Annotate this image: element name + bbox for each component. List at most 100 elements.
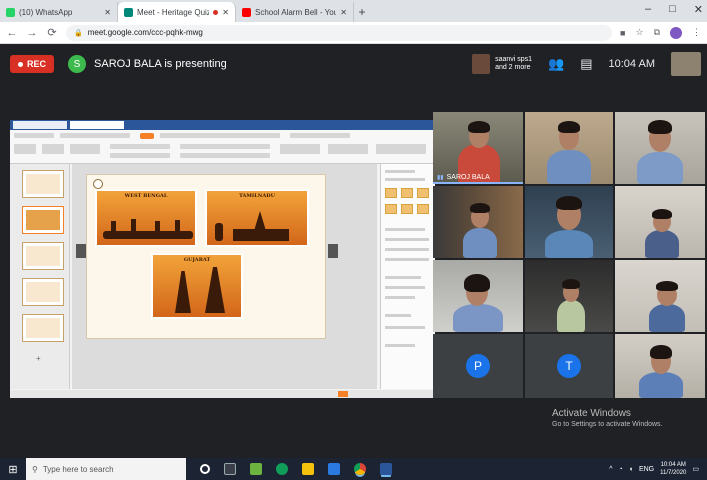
tab-meet[interactable]: Meet - Heritage Quiz Vision ✕ <box>118 2 236 22</box>
rec-dot-icon <box>18 61 23 67</box>
search-icon: ⚲ <box>32 464 38 474</box>
address-bar: ← → ⟳ 🔒 meet.google.com/ccc-pqhk-mwg ■ ☆… <box>0 22 707 44</box>
participant-tile[interactable] <box>525 112 613 184</box>
participant-tile[interactable] <box>525 186 613 258</box>
shared-screen: + WEST BENGAL TAMILNADU GUJARAT <box>10 120 435 398</box>
panel-label: TAMILNADU <box>239 193 275 199</box>
camera-icon[interactable]: ■ <box>620 28 625 38</box>
self-view-thumbnail[interactable] <box>671 52 701 76</box>
tray-date: 11/7/2020 <box>660 470 687 476</box>
taskbar-search[interactable]: ⚲ Type here to search <box>26 458 186 480</box>
slide-thumbnail[interactable] <box>22 242 64 270</box>
app-status-bar <box>10 390 435 398</box>
tab-youtube[interactable]: School Alarm Bell - YouTube ✕ <box>236 2 354 22</box>
participants-line2: and 2 more <box>495 64 531 71</box>
participant-grid: ▮▮ SAROJ BALA P T <box>433 112 705 400</box>
slide-thumbnail[interactable] <box>22 278 64 306</box>
meet-icon <box>124 7 133 17</box>
panel-west-bengal: WEST BENGAL <box>95 189 197 247</box>
system-tray: ^ ◔ ◖ ENG 10:04 AM 11/7/2020 ▭ <box>609 461 699 477</box>
app-tab-bar <box>10 120 435 130</box>
slide-thumbnail[interactable] <box>22 314 64 342</box>
app-ribbon <box>10 130 435 164</box>
reload-icon[interactable]: ⟳ <box>46 26 58 39</box>
prev-slide-arrow[interactable] <box>76 244 86 258</box>
close-tab-icon[interactable]: ✕ <box>222 8 229 17</box>
youtube-icon <box>242 7 251 17</box>
search-placeholder: Type here to search <box>42 464 114 474</box>
store-icon[interactable] <box>328 463 340 475</box>
tray-chevron-icon[interactable]: ^ <box>609 466 612 473</box>
slide-thumbnails: + <box>10 164 70 389</box>
close-tab-icon[interactable]: ✕ <box>104 8 111 17</box>
close-window-button[interactable]: ✕ <box>694 3 703 16</box>
chat-icon[interactable]: ▤ <box>580 56 592 72</box>
taskbar: ⊞ ⚲ Type here to search ^ ◔ ◖ ENG 10:04 … <box>0 458 707 480</box>
participant-tile[interactable]: ▮▮ SAROJ BALA <box>433 112 523 184</box>
watermark-title: Activate Windows <box>552 408 631 419</box>
menu-icon[interactable]: ⋮ <box>692 27 701 38</box>
participants-chip[interactable]: saanvi sps1 and 2 more <box>472 54 532 74</box>
presenting-text: SAROJ BALA is presenting <box>94 58 227 70</box>
word-icon[interactable] <box>380 463 392 475</box>
participant-tile[interactable] <box>615 260 705 332</box>
panel-label: GUJARAT <box>183 257 211 263</box>
extension-icon[interactable]: ⧉ <box>654 27 660 38</box>
slide-thumbnail[interactable] <box>22 170 64 198</box>
recording-badge: REC <box>10 55 55 73</box>
slide-thumbnail[interactable] <box>22 206 64 234</box>
minimize-button[interactable]: – <box>645 3 651 16</box>
people-icon[interactable]: 👥 <box>548 56 564 72</box>
presenter-avatar: S <box>68 55 87 73</box>
app-icon[interactable] <box>250 463 262 475</box>
participant-tile[interactable] <box>433 186 523 258</box>
participant-tile[interactable] <box>433 260 523 332</box>
close-tab-icon[interactable]: ✕ <box>340 8 347 17</box>
whatsapp-icon <box>6 7 15 17</box>
participant-avatar: T <box>557 354 581 378</box>
notification-icon[interactable]: ▭ <box>692 465 699 473</box>
add-slide-icon[interactable]: + <box>36 354 41 363</box>
windows-start-icon[interactable]: ⊞ <box>0 463 26 476</box>
participant-tile[interactable] <box>525 260 613 332</box>
url-text: meet.google.com/ccc-pqhk-mwg <box>87 28 203 37</box>
maximize-button[interactable]: □ <box>669 3 676 16</box>
panel-gujarat: GUJARAT <box>151 253 243 319</box>
slide-canvas: WEST BENGAL TAMILNADU GUJARAT <box>72 164 377 389</box>
slide-logo <box>93 179 103 189</box>
screen: (10) WhatsApp ✕ Meet - Heritage Quiz Vis… <box>0 0 707 480</box>
url-field[interactable]: 🔒 meet.google.com/ccc-pqhk-mwg <box>66 24 613 41</box>
back-icon[interactable]: ← <box>6 27 18 39</box>
profile-avatar[interactable] <box>670 26 682 39</box>
file-explorer-icon[interactable] <box>302 463 314 475</box>
speaking-icon: ▮▮ <box>437 175 444 181</box>
new-tab-button[interactable]: + <box>354 2 370 22</box>
lock-icon: 🔒 <box>74 29 83 37</box>
volume-icon[interactable]: ◖ <box>629 466 633 473</box>
task-view-icon[interactable] <box>224 463 236 475</box>
tab-label: School Alarm Bell - YouTube <box>255 7 337 17</box>
participant-tile[interactable]: T <box>525 334 613 398</box>
participant-avatar: P <box>466 354 490 378</box>
chrome-icon[interactable] <box>354 463 366 475</box>
forward-icon[interactable]: → <box>26 27 38 39</box>
wifi-icon[interactable]: ◔ <box>618 466 622 473</box>
participant-tile[interactable] <box>615 334 705 398</box>
participant-tile[interactable] <box>615 186 705 258</box>
edge-icon[interactable] <box>276 463 288 475</box>
star-icon[interactable]: ☆ <box>635 27 643 38</box>
participant-tile[interactable]: P <box>433 334 523 398</box>
slide: WEST BENGAL TAMILNADU GUJARAT <box>86 174 326 339</box>
participants-line1: saanvi sps1 <box>495 56 533 63</box>
next-slide-arrow[interactable] <box>328 244 338 258</box>
language-indicator[interactable]: ENG <box>639 466 654 473</box>
participant-name: ▮▮ SAROJ BALA <box>437 174 490 181</box>
participant-tile[interactable] <box>615 112 705 184</box>
app-tab <box>70 121 124 129</box>
cortana-icon[interactable] <box>200 464 210 474</box>
participant-thumb <box>472 54 491 74</box>
tray-clock[interactable]: 10:04 AM 11/7/2020 <box>660 461 686 477</box>
design-side-panel <box>380 164 435 389</box>
tab-whatsapp[interactable]: (10) WhatsApp ✕ <box>0 2 118 22</box>
meet-top-bar: REC S SAROJ BALA is presenting saanvi sp… <box>0 44 707 84</box>
